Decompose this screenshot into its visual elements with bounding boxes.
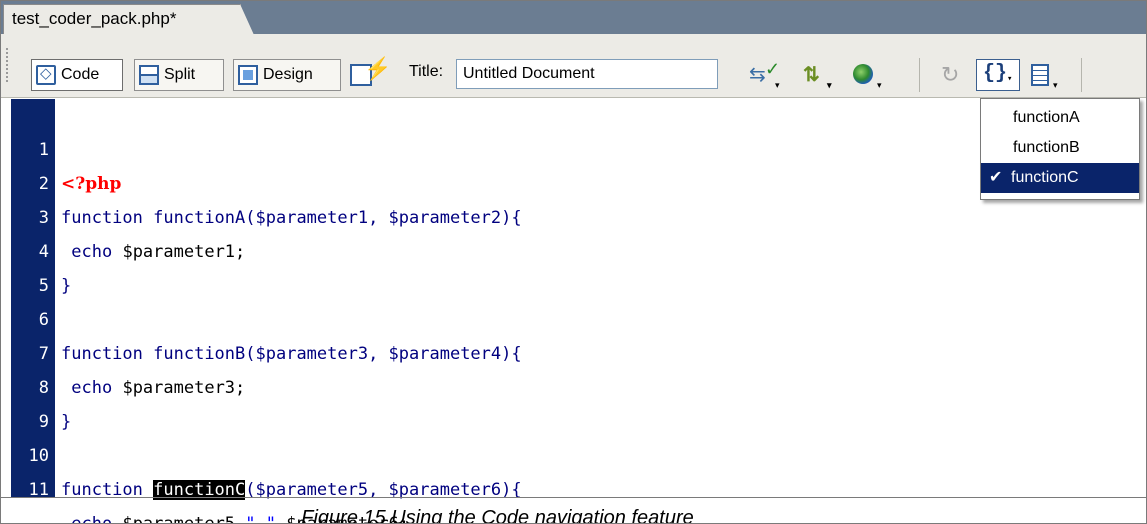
file-management-icon: ⇅ bbox=[803, 64, 820, 86]
checkmark-icon: ✔ bbox=[989, 169, 1003, 186]
code-line[interactable]: 11 echo $parameter5." ".$parameter6; bbox=[11, 439, 1131, 523]
design-view-label: Design bbox=[263, 66, 313, 83]
live-view-button[interactable]: ⚡ bbox=[346, 56, 391, 92]
validate-markup-button[interactable]: ⇆ ✓ ▾ bbox=[749, 59, 785, 90]
view-options-icon bbox=[1031, 64, 1049, 86]
split-view-label: Split bbox=[164, 66, 196, 83]
code-view-icon bbox=[36, 64, 56, 85]
code-line[interactable]: 4 } bbox=[11, 201, 1131, 296]
document-toolbar: Code Split Design ⚡ Title: ⇆ ✓ ▾ ⇅ ▾ ▾ bbox=[1, 34, 1146, 98]
figure-caption: Figure 15 Using the Code navigation feat… bbox=[301, 507, 694, 524]
code-line[interactable]: 5 bbox=[11, 235, 1131, 296]
menu-item-functionC[interactable]: ✔ functionC bbox=[981, 163, 1139, 193]
chevron-down-icon: ▾ bbox=[1053, 80, 1058, 90]
code-navigation-icon: {} bbox=[983, 62, 1008, 85]
design-view-button[interactable]: Design bbox=[233, 59, 341, 91]
chevron-down-icon: ▾ bbox=[1007, 74, 1013, 84]
code-view-button[interactable]: Code bbox=[31, 59, 123, 91]
code-line[interactable]: 3 echo $parameter1; bbox=[11, 167, 1131, 262]
menu-item-functionA[interactable]: functionA bbox=[981, 103, 1139, 133]
validate-markup-icon: ⇆ bbox=[749, 64, 766, 86]
document-tab[interactable]: test_coder_pack.php* bbox=[3, 4, 254, 35]
title-label: Title: bbox=[409, 63, 444, 80]
document-title-field[interactable] bbox=[456, 59, 718, 89]
refresh-button[interactable]: ↻ bbox=[941, 62, 965, 88]
toolbar-separator bbox=[1081, 58, 1082, 92]
code-line[interactable]: 6 function functionB($parameter3, $param… bbox=[11, 269, 1131, 364]
code-line[interactable]: 10 function functionC($parameter5, $para… bbox=[11, 405, 1131, 500]
design-view-icon bbox=[238, 65, 258, 85]
view-options-button[interactable]: ▾ bbox=[1031, 62, 1065, 90]
code-navigation-menu: functionA functionB ✔ functionC bbox=[980, 98, 1140, 200]
code-navigation-button[interactable]: {} ▾ bbox=[976, 59, 1020, 91]
code-line[interactable]: 9 bbox=[11, 371, 1131, 432]
code-line[interactable]: 12 } bbox=[11, 473, 1131, 519]
code-view-label: Code bbox=[61, 66, 100, 83]
editor-window: test_coder_pack.php* Code Split Design ⚡… bbox=[0, 0, 1147, 524]
refresh-icon: ↻ bbox=[941, 62, 960, 87]
lightning-icon: ⚡ bbox=[364, 56, 392, 81]
split-view-icon bbox=[139, 65, 159, 85]
code-line[interactable]: 2 function functionA($parameter1, $param… bbox=[11, 133, 1131, 228]
code-editor[interactable]: 1 <?php 2 function functionA($parameter1… bbox=[1, 99, 1146, 523]
split-view-button[interactable]: Split bbox=[134, 59, 224, 91]
chevron-down-icon: ▾ bbox=[827, 80, 832, 90]
code-line[interactable]: 8 } bbox=[11, 337, 1131, 432]
file-management-button[interactable]: ⇅ ▾ bbox=[803, 62, 839, 90]
code-line[interactable]: 7 echo $parameter3; bbox=[11, 303, 1131, 398]
preview-globe-icon bbox=[853, 64, 873, 84]
chevron-down-icon: ▾ bbox=[877, 80, 882, 90]
menu-item-functionB[interactable]: functionB bbox=[981, 133, 1139, 163]
toolbar-separator bbox=[919, 58, 920, 92]
preview-button[interactable]: ▾ bbox=[853, 62, 889, 90]
toolbar-grip[interactable] bbox=[6, 48, 10, 82]
code-line[interactable]: 1 <?php bbox=[11, 99, 1131, 194]
chevron-down-icon: ▾ bbox=[775, 80, 780, 90]
document-tab-bar: test_coder_pack.php* bbox=[1, 1, 1146, 35]
